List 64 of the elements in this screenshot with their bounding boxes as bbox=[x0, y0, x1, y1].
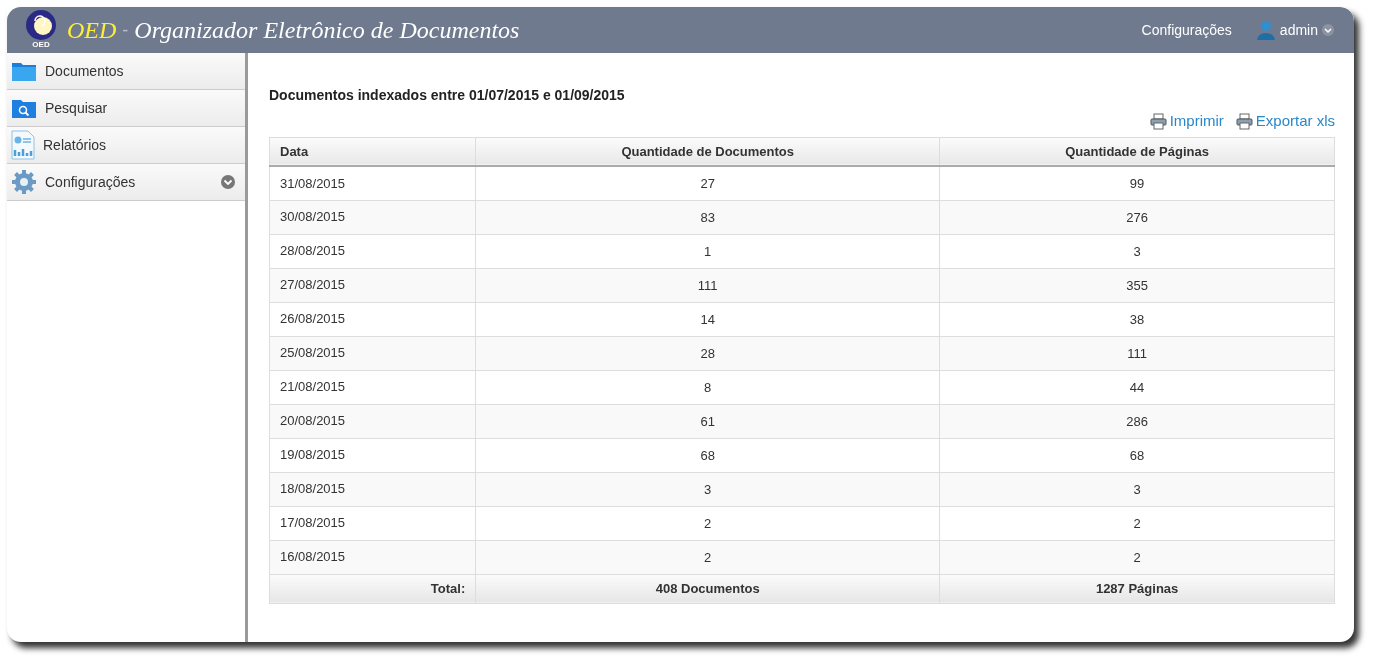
logo-icon bbox=[25, 9, 57, 41]
folder-search-icon bbox=[11, 97, 37, 119]
sidebar-item[interactable]: Pesquisar bbox=[7, 90, 245, 127]
title-separator: - bbox=[122, 18, 129, 42]
table-cell: 14 bbox=[475, 302, 940, 336]
table-cell: 2 bbox=[475, 506, 940, 540]
sidebar-item[interactable]: Relatórios bbox=[7, 127, 245, 164]
table-cell: 25/08/2015 bbox=[269, 336, 476, 370]
table-cell: 3 bbox=[939, 234, 1335, 268]
gear-icon bbox=[11, 169, 37, 195]
app-short-name: OED bbox=[67, 16, 117, 45]
table-cell: 61 bbox=[475, 404, 940, 438]
table-cell: 1 bbox=[475, 234, 940, 268]
table-cell: 286 bbox=[939, 404, 1335, 438]
table-cell: 83 bbox=[475, 200, 940, 234]
folder-icon bbox=[11, 60, 37, 82]
sidebar-item[interactable]: Configurações bbox=[7, 164, 245, 201]
table-cell: 19/08/2015 bbox=[269, 438, 476, 472]
table-cell: 27 bbox=[475, 166, 940, 200]
user-menu[interactable]: admin bbox=[1255, 19, 1334, 41]
table-cell: 31/08/2015 bbox=[269, 166, 476, 200]
chevron-down-icon bbox=[1322, 24, 1334, 36]
table-cell: 18/08/2015 bbox=[269, 472, 476, 506]
table-cell: 30/08/2015 bbox=[269, 200, 476, 234]
table-cell: 38 bbox=[939, 302, 1335, 336]
report-title: Documentos indexados entre 01/07/2015 e 01/09/2015 bbox=[269, 86, 626, 105]
table-cell: 111 bbox=[475, 268, 940, 302]
settings-link[interactable]: Configurações bbox=[1141, 19, 1232, 41]
table-cell: 3 bbox=[475, 472, 940, 506]
column-header: Quantidade de Documentos bbox=[475, 137, 940, 166]
table-cell: 2 bbox=[475, 540, 940, 574]
action-link[interactable]: Exportar xls bbox=[1235, 110, 1335, 133]
table-cell: 28 bbox=[475, 336, 940, 370]
user-icon bbox=[1255, 20, 1276, 40]
table-cell: 26/08/2015 bbox=[269, 302, 476, 336]
table-cell: 2 bbox=[939, 540, 1335, 574]
printer-icon bbox=[1149, 112, 1167, 130]
action-link[interactable]: Imprimir bbox=[1149, 110, 1224, 133]
table-cell: 2 bbox=[939, 506, 1335, 540]
table-cell: 68 bbox=[475, 438, 940, 472]
logo-caption: OED bbox=[32, 41, 50, 49]
printer-icon bbox=[1235, 112, 1253, 130]
table-cell: 20/08/2015 bbox=[269, 404, 476, 438]
table-cell: 355 bbox=[939, 268, 1335, 302]
table-cell: 17/08/2015 bbox=[269, 506, 476, 540]
total-cell: 1287 Páginas bbox=[939, 574, 1335, 603]
table-cell: 276 bbox=[939, 200, 1335, 234]
table-cell: 28/08/2015 bbox=[269, 234, 476, 268]
table-cell: 68 bbox=[939, 438, 1335, 472]
column-header: Quantidade de Páginas bbox=[939, 137, 1335, 166]
report-icon bbox=[11, 130, 35, 160]
column-header: Data bbox=[269, 137, 476, 166]
table-cell: 3 bbox=[939, 472, 1335, 506]
table-cell: 99 bbox=[939, 166, 1335, 200]
sidebar-item[interactable]: Documentos bbox=[7, 53, 245, 90]
table-cell: 16/08/2015 bbox=[269, 540, 476, 574]
table-cell: 44 bbox=[939, 370, 1335, 404]
table-cell: 21/08/2015 bbox=[269, 370, 476, 404]
table-cell: 8 bbox=[475, 370, 940, 404]
table-cell: 111 bbox=[939, 336, 1335, 370]
total-cell: 408 Documentos bbox=[475, 574, 940, 603]
app-title: Organizador Eletrônico de Documentos bbox=[134, 16, 520, 45]
total-cell: Total: bbox=[269, 574, 476, 603]
table-cell: 27/08/2015 bbox=[269, 268, 476, 302]
